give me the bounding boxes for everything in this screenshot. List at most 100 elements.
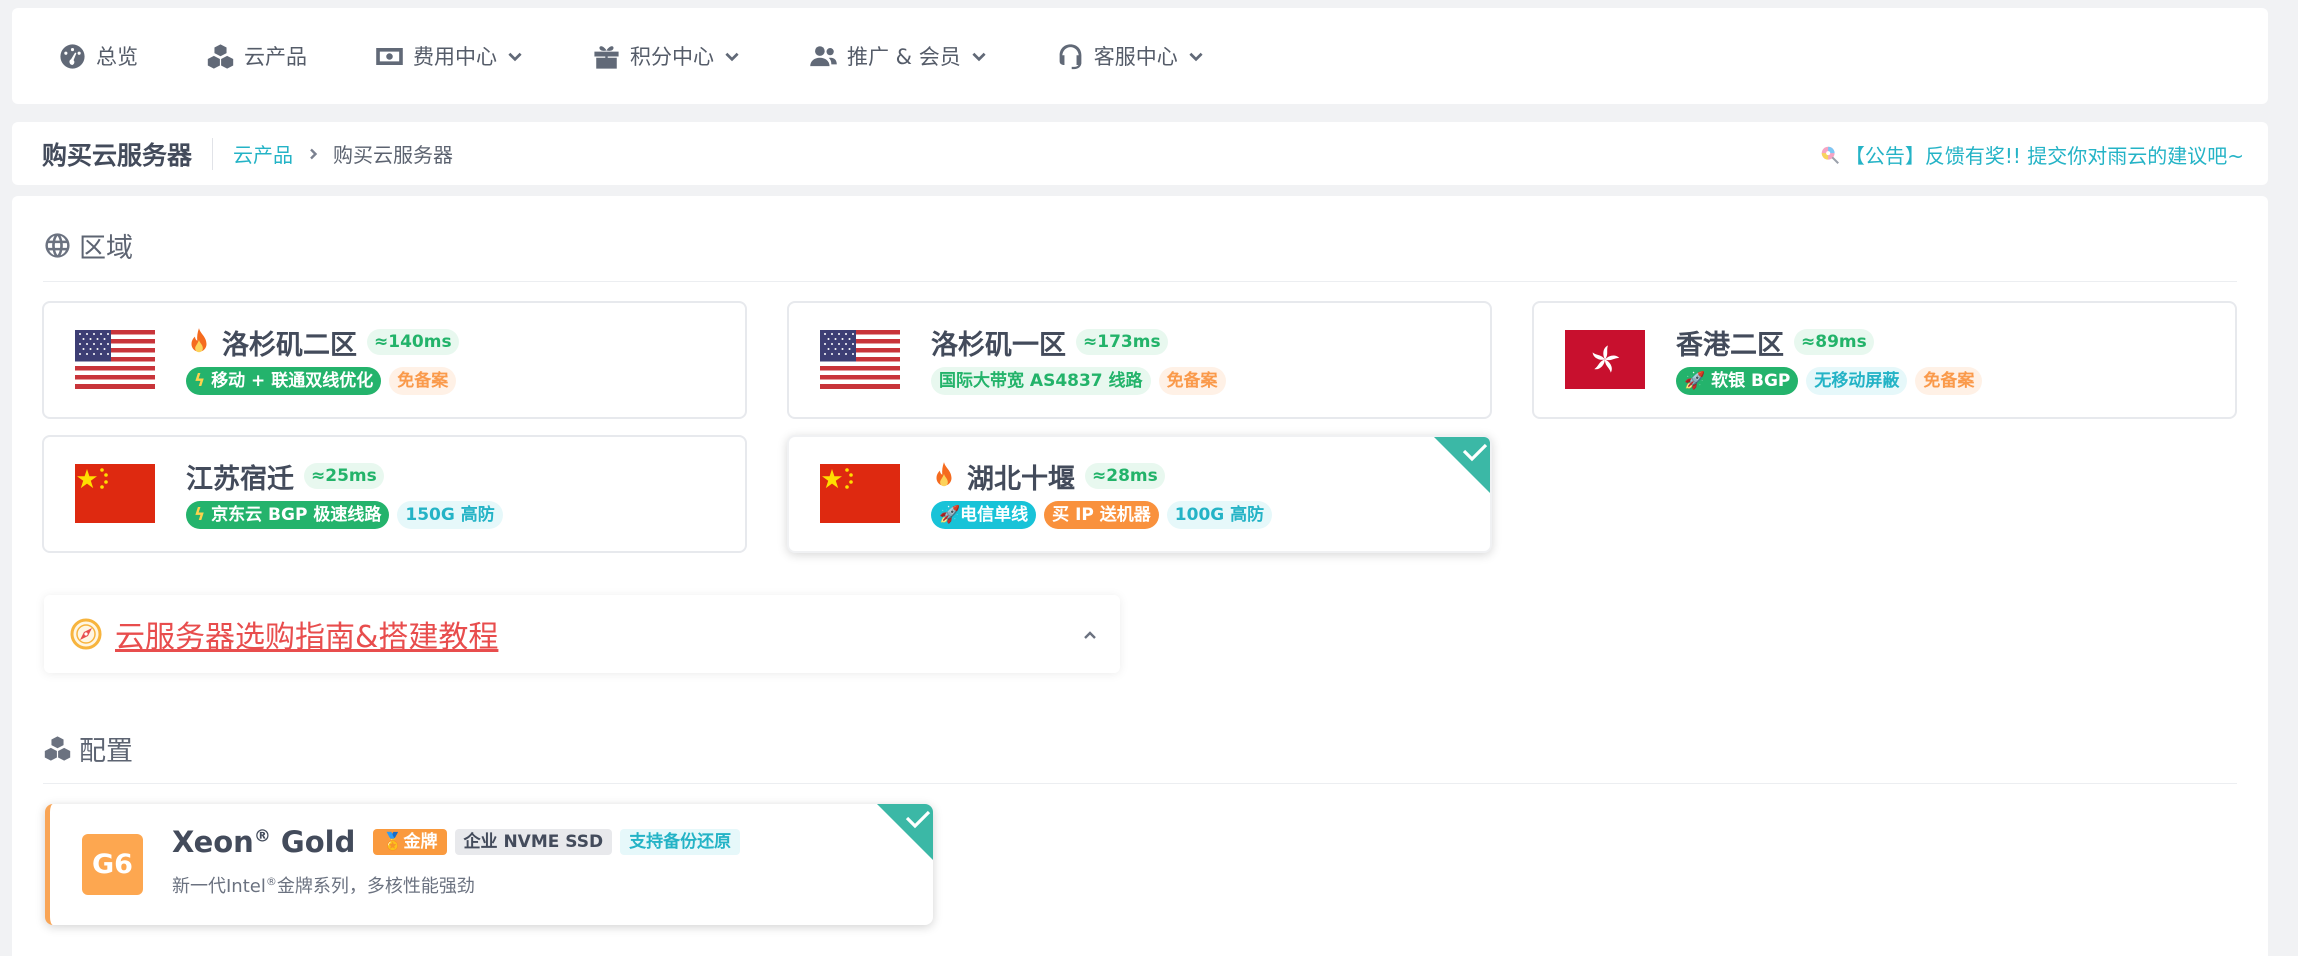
tag-text: 京东云 BGP 极速线路 <box>211 505 382 525</box>
region-header: 香港二区 ≈89ms <box>1676 325 1874 361</box>
lightning-icon: ϟ <box>194 371 212 391</box>
region-tags: 🚀 软银 BGP 无移动屏蔽 免备案 <box>1676 367 1990 395</box>
rocket-icon: 🚀 <box>939 505 961 525</box>
hk-flag-icon <box>1565 330 1645 389</box>
guide-collapse[interactable]: 云服务器选购指南&搭建教程 <box>44 595 1120 673</box>
config-tag: 企业 NVME SSD <box>454 829 613 855</box>
nav-item-cloud-products[interactable]: 云产品 <box>206 41 307 71</box>
divider <box>212 137 214 170</box>
latency-badge: ≈173ms <box>1076 329 1168 355</box>
region-tag: 无移动屏蔽 <box>1806 367 1908 395</box>
cpu-name: Xeon® Gold <box>172 825 355 859</box>
nav-item-promotion[interactable]: 推广 & 会员 <box>809 41 988 71</box>
tag-text: 电信单线 <box>960 505 1029 525</box>
us-flag-icon <box>75 330 155 389</box>
lollipop-icon <box>1821 146 1839 164</box>
lightning-icon: ϟ <box>194 505 212 525</box>
region-header: 洛杉矶一区 ≈173ms <box>931 325 1168 361</box>
region-tag: 免备案 <box>389 367 457 395</box>
us-flag-icon <box>820 330 900 389</box>
latency-badge: ≈140ms <box>367 329 459 355</box>
nav-label: 推广 & 会员 <box>847 45 961 69</box>
compass-icon <box>70 618 102 650</box>
announcement-link[interactable]: 【公告】反馈有奖!! 提交你对雨云的建议吧~ <box>1819 140 2244 169</box>
region-header: 湖北十堰 ≈28ms <box>931 459 1165 495</box>
region-tag: 🚀 软银 BGP <box>1676 367 1799 395</box>
config-tag: 支持备份还原 <box>620 829 741 855</box>
chevron-up-icon[interactable] <box>1082 627 1098 643</box>
region-card-jiangsu-suqian[interactable]: 江苏宿迁 ≈25ms ϟ 京东云 BGP 极速线路 150G 高防 <box>42 435 747 553</box>
headset-icon <box>1059 43 1082 69</box>
g6-badge: G6 <box>82 834 143 895</box>
region-card-la-1[interactable]: 洛杉矶一区 ≈173ms 国际大带宽 AS4837 线路 免备案 <box>787 301 1492 419</box>
chevron-down-icon <box>725 52 739 62</box>
region-header: 江苏宿迁 ≈25ms <box>186 459 384 495</box>
config-section-label: 配置 <box>79 736 133 767</box>
region-tag: 🚀电信单线 <box>931 501 1037 529</box>
globe-icon <box>45 233 70 258</box>
region-section-title: 区域 <box>43 226 133 265</box>
cubes-icon <box>44 736 71 761</box>
breadcrumb-bar: 购买云服务器 云产品 购买云服务器 【公告】反馈有奖!! 提交你对雨云的建议吧~ <box>12 122 2268 185</box>
region-tag: ϟ 京东云 BGP 极速线路 <box>186 501 390 529</box>
region-card-hk-2[interactable]: 香港二区 ≈89ms 🚀 软银 BGP 无移动屏蔽 免备案 <box>1532 301 2237 419</box>
region-tag: 免备案 <box>1158 367 1226 395</box>
tag-text: 软银 BGP <box>1711 371 1791 391</box>
region-tag: 买 IP 送机器 <box>1044 501 1159 529</box>
money-icon <box>376 47 403 65</box>
latency-badge: ≈25ms <box>304 463 384 489</box>
config-tag: 🏅金牌 <box>373 829 447 855</box>
nav-item-billing[interactable]: 费用中心 <box>375 41 524 71</box>
announcement-text: 【公告】反馈有奖!! 提交你对雨云的建议吧~ <box>1844 144 2244 168</box>
selected-check-icon <box>1434 437 1490 493</box>
chevron-down-icon <box>972 52 986 62</box>
chevron-right-icon <box>310 148 318 159</box>
region-name: 香港二区 <box>1676 329 1784 361</box>
region-name: 洛杉矶二区 <box>222 329 357 361</box>
nav-item-overview[interactable]: 总览 <box>58 41 138 71</box>
nav-item-points[interactable]: 积分中心 <box>592 41 741 71</box>
rocket-icon: 🚀 <box>1684 371 1712 391</box>
cubes-icon <box>207 43 234 69</box>
registered-mark: ® <box>253 826 271 847</box>
latency-badge: ≈89ms <box>1794 329 1874 355</box>
region-name: 湖北十堰 <box>967 463 1075 495</box>
region-tag: 150G 高防 <box>397 501 503 529</box>
config-card-g6[interactable]: G6 Xeon® Gold 🏅金牌 企业 NVME SSD 支持备份还原 新一代… <box>45 804 933 925</box>
divider <box>43 281 2237 282</box>
cpu-name-main: Xeon <box>172 825 254 859</box>
breadcrumb-current: 购买云服务器 <box>333 143 454 167</box>
divider <box>43 783 2237 784</box>
desc-prefix: 新一代Intel <box>172 876 266 897</box>
region-tag: 100G 高防 <box>1166 501 1273 529</box>
region-tags: 国际大带宽 AS4837 线路 免备案 <box>931 367 1234 395</box>
cpu-name-suffix: Gold <box>270 825 356 859</box>
tag-text: 移动 + 联通双线优化 <box>211 371 374 391</box>
nav-label: 费用中心 <box>413 45 497 69</box>
region-card-hubei-shiyan[interactable]: 湖北十堰 ≈28ms 🚀电信单线 买 IP 送机器 100G 高防 <box>787 435 1492 553</box>
config-section-title: 配置 <box>43 729 133 768</box>
region-tag: 国际大带宽 AS4837 线路 <box>931 367 1151 395</box>
dashboard-icon <box>60 43 85 69</box>
region-header: 洛杉矶二区 ≈140ms <box>186 325 459 361</box>
fire-icon <box>191 328 207 353</box>
page-title: 购买云服务器 <box>42 140 193 170</box>
nav-label: 客服中心 <box>1093 45 1178 69</box>
gift-icon <box>594 45 619 69</box>
chevron-down-icon <box>508 52 522 62</box>
main-panel: 区域 洛杉矶二区 ≈140ms ϟ 移动 + 联通双线优化 免备案 洛杉矶一区 … <box>12 196 2268 956</box>
region-name: 洛杉矶一区 <box>931 329 1066 361</box>
breadcrumb-link-cloud-products[interactable]: 云产品 <box>233 139 293 168</box>
region-card-la-2[interactable]: 洛杉矶二区 ≈140ms ϟ 移动 + 联通双线优化 免备案 <box>42 301 747 419</box>
nav-label: 积分中心 <box>630 45 714 69</box>
top-nav: 总览 云产品 费用中心 积分中心 推广 & 会员 客服中心 <box>12 8 2268 104</box>
guide-link[interactable]: 云服务器选购指南&搭建教程 <box>115 612 498 656</box>
chevron-down-icon <box>1189 52 1203 62</box>
region-tag: 免备案 <box>1915 367 1983 395</box>
cn-flag-icon <box>75 464 155 523</box>
region-name: 江苏宿迁 <box>186 463 294 495</box>
medal-icon: 🏅 <box>382 832 404 852</box>
nav-item-support[interactable]: 客服中心 <box>1056 41 1205 71</box>
fire-icon <box>936 462 952 487</box>
region-tags: ϟ 京东云 BGP 极速线路 150G 高防 <box>186 501 511 529</box>
